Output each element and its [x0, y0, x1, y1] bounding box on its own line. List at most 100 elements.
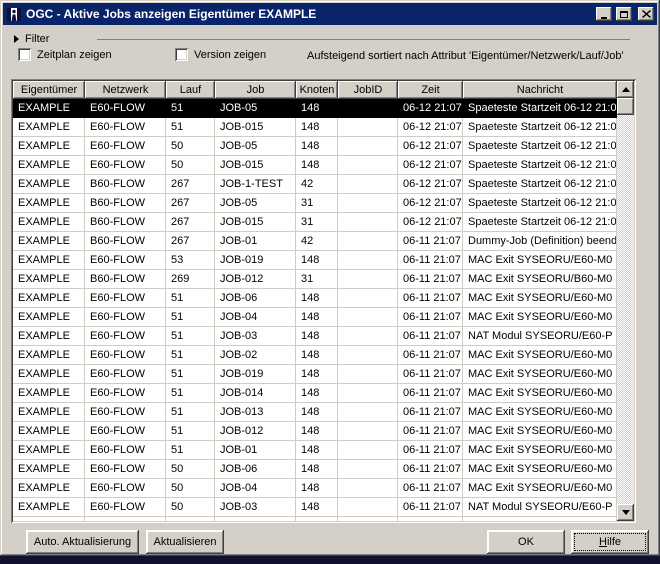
table-cell: 06-12 21:07: [398, 156, 463, 175]
table-row[interactable]: EXAMPLEE60-FLOW50JOB-0614806-11 21:07MAC…: [13, 460, 617, 479]
close-button[interactable]: [638, 7, 654, 21]
table-cell: 06-12 21:07: [398, 118, 463, 137]
jobs-table: EigentümerNetzwerkLaufJobKnotenJobIDZeit…: [11, 79, 636, 523]
column-header-job[interactable]: Job: [215, 81, 296, 99]
column-header-lauf[interactable]: Lauf: [166, 81, 215, 99]
table-cell: 148: [296, 137, 338, 156]
table-row[interactable]: EXAMPLEE60-FLOW53JOB-01914806-11 21:07MA…: [13, 251, 617, 270]
table-cell: [338, 270, 398, 289]
table-row[interactable]: EXAMPLEE60-FLOW51JOB-01314806-11 21:07MA…: [13, 403, 617, 422]
table-cell: EXAMPLE: [13, 479, 85, 498]
table-cell: Spaeteste Startzeit 06-12 21:0: [463, 99, 617, 118]
refresh-button[interactable]: Aktualisieren: [146, 530, 224, 554]
table-row[interactable]: EXAMPLEE60-FLOW50JOB-0314806-11 21:07NAT…: [13, 498, 617, 517]
table-cell: 148: [296, 327, 338, 346]
column-header-eigentümer[interactable]: Eigentümer: [13, 81, 85, 99]
scrollbar-track[interactable]: [617, 115, 634, 504]
table-cell: EXAMPLE: [13, 517, 85, 521]
table-cell: 06-11 21:07: [398, 498, 463, 517]
table-cell: 51: [166, 118, 215, 137]
table-cell: [338, 403, 398, 422]
filter-label: Filter: [25, 33, 49, 45]
jobs-table-main: EigentümerNetzwerkLaufJobKnotenJobIDZeit…: [13, 81, 617, 521]
column-header-netzwerk[interactable]: Netzwerk: [85, 81, 166, 99]
table-cell: JOB-05: [215, 137, 296, 156]
table-row[interactable]: EXAMPLEE60-FLOW51JOB-01214806-11 21:07MA…: [13, 422, 617, 441]
table-cell: [338, 479, 398, 498]
table-row[interactable]: EXAMPLEB60-FLOW267JOB-014206-11 21:07Dum…: [13, 232, 617, 251]
table-cell: JOB-04: [215, 308, 296, 327]
table-cell: [338, 422, 398, 441]
scrollbar-down-button[interactable]: [617, 504, 634, 521]
table-row[interactable]: EXAMPLEE60-FLOW50JOB-0514806-12 21:07Spa…: [13, 137, 617, 156]
table-row[interactable]: EXAMPLEE60-FLOW51JOB-0514806-12 21:07Spa…: [13, 99, 617, 118]
table-cell: E60-FLOW: [85, 289, 166, 308]
auto-refresh-button[interactable]: Auto. Aktualisierung: [26, 530, 139, 554]
table-row[interactable]: EXAMPLEE60-FLOW51JOB-0314806-11 21:07NAT…: [13, 327, 617, 346]
column-header-nachricht[interactable]: Nachricht: [463, 81, 617, 99]
column-header-jobid[interactable]: JobID: [338, 81, 398, 99]
table-cell: MAC Exit SYSEORU/E60-M0: [463, 251, 617, 270]
table-row[interactable]: EXAMPLEE60-FLOW50JOB-01514806-12 21:07Sp…: [13, 156, 617, 175]
column-header-knoten[interactable]: Knoten: [296, 81, 338, 99]
table-header: EigentümerNetzwerkLaufJobKnotenJobIDZeit…: [13, 81, 617, 99]
table-row[interactable]: EXAMPLEE60-FLOW50JOB-0414806-11 21:07MAC…: [13, 479, 617, 498]
zeitplan-checkbox[interactable]: [18, 48, 31, 61]
minimize-button[interactable]: [596, 7, 612, 21]
table-cell: 06-11 21:07: [398, 403, 463, 422]
table-cell: [338, 498, 398, 517]
table-cell: 06-11 21:07: [398, 346, 463, 365]
vertical-scrollbar[interactable]: [617, 81, 634, 521]
table-row[interactable]: EXAMPLEE60-FLOW51JOB-01914806-11 21:07MA…: [13, 365, 617, 384]
table-cell: 50: [166, 460, 215, 479]
down-arrow-icon: [622, 510, 630, 515]
table-row[interactable]: EXAMPLEE60-FLOW51JOB-0614806-11 21:07MAC…: [13, 289, 617, 308]
filter-section-header[interactable]: Filter: [14, 33, 652, 45]
table-cell: EXAMPLE: [13, 441, 85, 460]
table-cell: E60-FLOW: [85, 441, 166, 460]
table-row[interactable]: EXAMPLEE60-FLOW51JOB-0114806-11 21:07MAC…: [13, 441, 617, 460]
maximize-icon: [620, 11, 628, 18]
table-cell: Spaeteste Startzeit 06-12 21:0: [463, 175, 617, 194]
table-cell: [338, 213, 398, 232]
table-cell: 148: [296, 118, 338, 137]
table-cell: MAC Exit SYSEORU/E60-M0: [463, 308, 617, 327]
table-cell: MAC Exit SYSEORU/E60-M0: [463, 460, 617, 479]
table-row[interactable]: EXAMPLEE60-FLOW51JOB-01414806-11 21:07MA…: [13, 384, 617, 403]
table-cell: 53: [166, 251, 215, 270]
help-button[interactable]: Hilfe: [571, 530, 649, 554]
table-cell: JOB-03: [215, 498, 296, 517]
table-cell: 148: [296, 308, 338, 327]
table-row[interactable]: EXAMPLEB60-FLOW267JOB-053106-12 21:07Spa…: [13, 194, 617, 213]
table-row[interactable]: EXAMPLEB60-FLOW267JOB-0153106-12 21:07Sp…: [13, 213, 617, 232]
table-cell: 51: [166, 327, 215, 346]
version-checkbox[interactable]: [175, 48, 188, 61]
table-cell: EXAMPLE: [13, 498, 85, 517]
table-cell: 06-11 21:07: [398, 289, 463, 308]
table-cell: EXAMPLE: [13, 99, 85, 118]
table-row[interactable]: EXAMPLEE60-FLOW51JOB-0414806-11 21:07MAC…: [13, 308, 617, 327]
ok-button[interactable]: OK: [487, 530, 565, 554]
table-cell: NAT Modul SYSEORU/E60-P: [463, 498, 617, 517]
scrollbar-thumb[interactable]: [617, 98, 634, 115]
table-row[interactable]: EXAMPLEE60-FLOW50JOB-0214806-11 21:07MAC…: [13, 517, 617, 521]
table-row[interactable]: EXAMPLEE60-FLOW51JOB-01514806-12 21:07Sp…: [13, 118, 617, 137]
table-cell: 31: [296, 194, 338, 213]
table-cell: E60-FLOW: [85, 346, 166, 365]
scrollbar-up-button[interactable]: [617, 81, 634, 98]
table-cell: JOB-019: [215, 251, 296, 270]
table-cell: [338, 156, 398, 175]
table-cell: EXAMPLE: [13, 289, 85, 308]
app-icon: [6, 6, 22, 22]
table-cell: 06-11 21:07: [398, 365, 463, 384]
column-header-zeit[interactable]: Zeit: [398, 81, 463, 99]
table-cell: 06-12 21:07: [398, 194, 463, 213]
table-cell: JOB-03: [215, 327, 296, 346]
table-row[interactable]: EXAMPLEB60-FLOW267JOB-1-TEST4206-12 21:0…: [13, 175, 617, 194]
table-row[interactable]: EXAMPLEB60-FLOW269JOB-0123106-11 21:07MA…: [13, 270, 617, 289]
maximize-button[interactable]: [616, 7, 632, 21]
table-row[interactable]: EXAMPLEE60-FLOW51JOB-0214806-11 21:07MAC…: [13, 346, 617, 365]
table-cell: [338, 346, 398, 365]
table-cell: 267: [166, 175, 215, 194]
table-cell: [338, 384, 398, 403]
